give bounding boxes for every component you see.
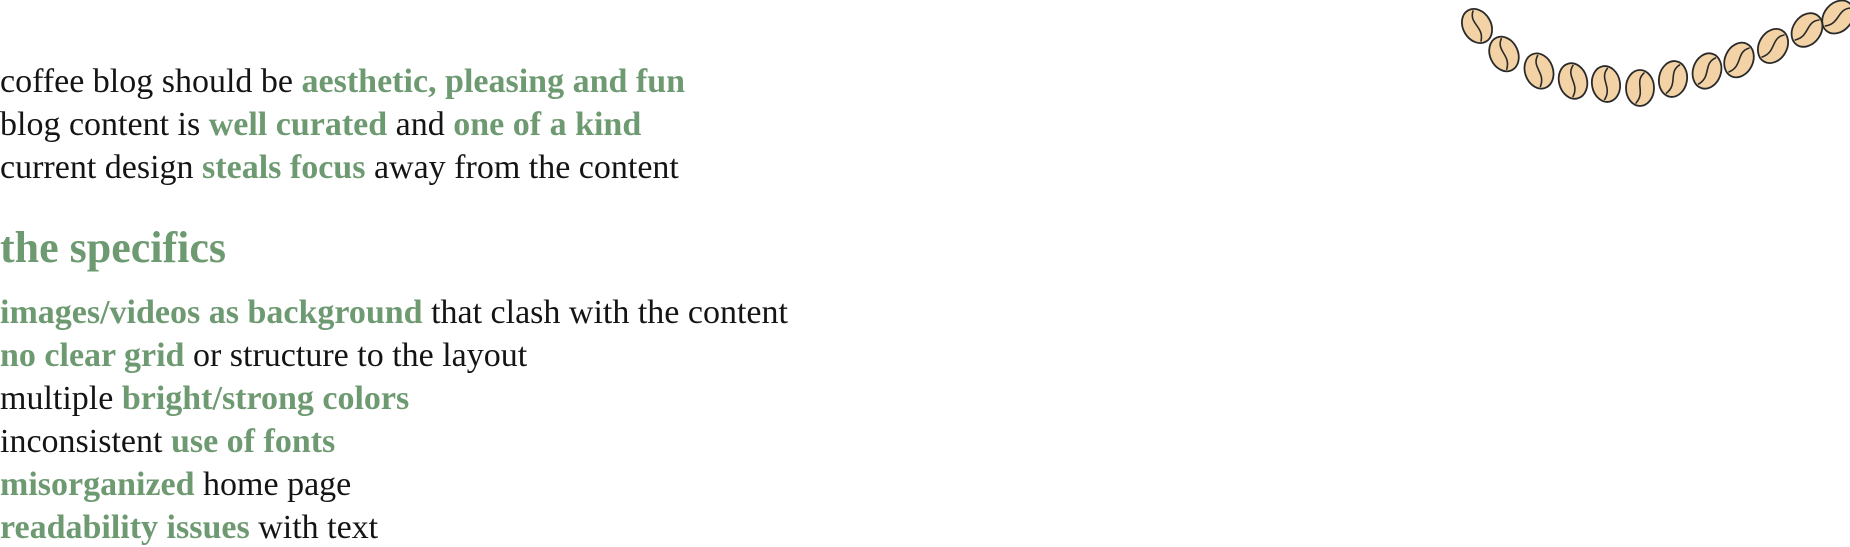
intro-line: coffee blog should be aesthetic, pleasin… xyxy=(0,60,685,103)
specifics-item: readability issues with text xyxy=(0,506,788,547)
specifics-item: multiple bright/strong colors xyxy=(0,377,788,420)
specifics-item: images/videos as background that clash w… xyxy=(0,291,788,334)
coffee-bean-icon xyxy=(1723,41,1755,79)
intro-text: and xyxy=(387,106,454,143)
coffee-bean-icon xyxy=(1523,52,1555,90)
specifics-highlight: bright/strong colors xyxy=(121,380,410,417)
coffee-bean-icon xyxy=(1625,69,1655,107)
intro-text: current design xyxy=(0,149,203,186)
intro-line: current design steals focus away from th… xyxy=(0,146,685,189)
specifics-item: misorganized home page xyxy=(0,463,788,506)
specifics-highlight: readability issues xyxy=(0,509,250,546)
section-heading: the specifics xyxy=(0,223,227,272)
specifics-item: no clear grid or structure to the layout xyxy=(0,334,788,377)
specifics-item: inconsistent use of fonts xyxy=(0,420,788,463)
specifics-highlight: misorganized xyxy=(0,466,195,503)
coffee-bean-icon xyxy=(1590,65,1622,103)
intro-highlight: one of a kind xyxy=(453,106,642,143)
specifics-text: or structure to the layout xyxy=(184,337,528,374)
specifics-list: images/videos as background that clash w… xyxy=(0,291,788,547)
intro-block: coffee blog should be aesthetic, pleasin… xyxy=(0,60,685,189)
intro-line: blog content is well curated and one of … xyxy=(0,103,685,146)
intro-highlight: aesthetic, pleasing and fun xyxy=(301,63,686,100)
intro-text: coffee blog should be xyxy=(0,63,302,100)
intro-text: away from the content xyxy=(365,149,679,186)
coffee-bean-icon xyxy=(1557,62,1589,100)
coffee-bean-icon xyxy=(1757,28,1789,64)
coffee-bean-garland-icon xyxy=(1461,0,1850,107)
intro-text: blog content is xyxy=(0,106,209,143)
specifics-highlight: no clear grid xyxy=(0,337,185,374)
specifics-text: inconsistent xyxy=(0,423,171,460)
specifics-text: with text xyxy=(249,509,379,546)
specifics-text: that clash with the content xyxy=(422,294,788,331)
specifics-text: multiple xyxy=(0,380,122,417)
coffee-bean-icon xyxy=(1691,52,1723,90)
specifics-highlight: use of fonts xyxy=(170,423,336,460)
coffee-bean-icon xyxy=(1657,60,1689,98)
specifics-highlight: images/videos as background xyxy=(0,294,423,331)
intro-highlight: steals focus xyxy=(202,149,366,186)
coffee-bean-icon xyxy=(1790,12,1824,48)
specifics-text: home page xyxy=(194,466,352,503)
intro-highlight: well curated xyxy=(208,106,388,143)
